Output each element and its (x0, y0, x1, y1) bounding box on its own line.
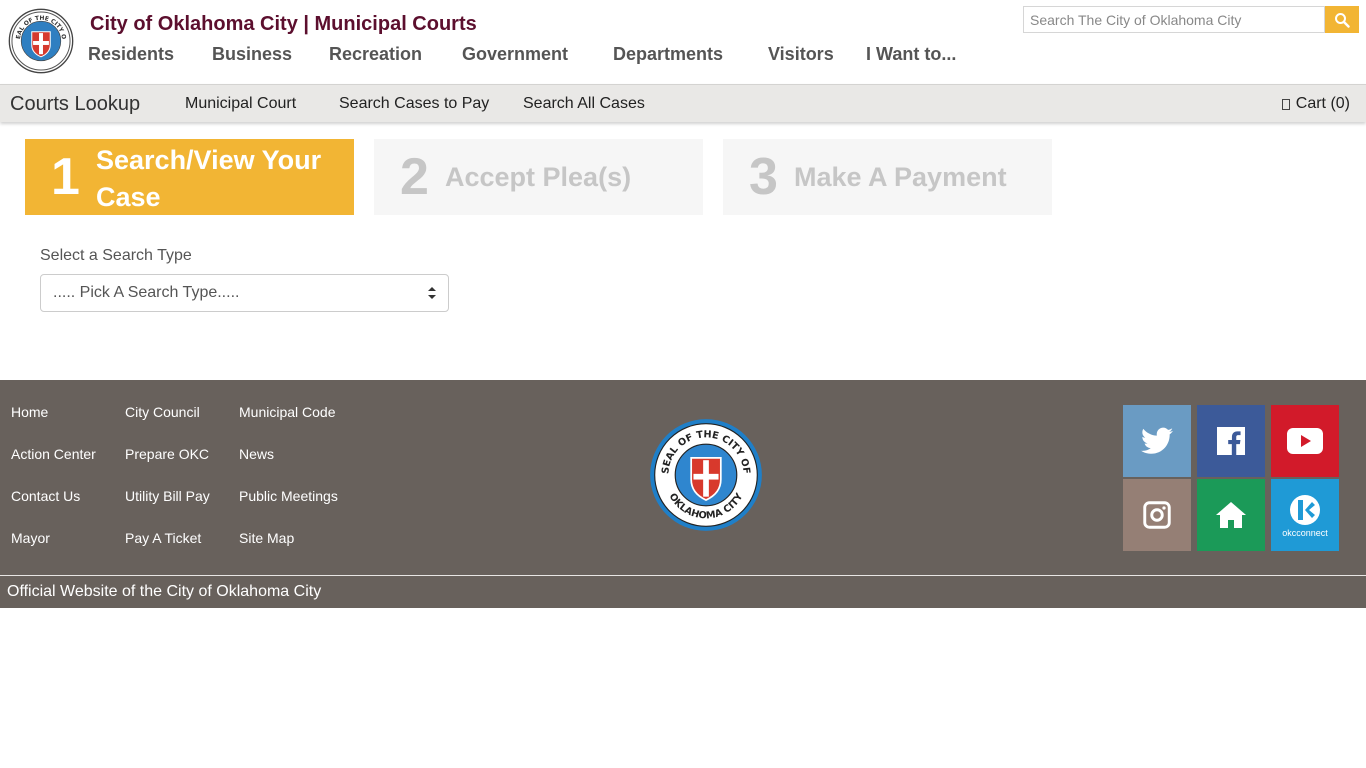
home-icon (1216, 502, 1246, 528)
footer-link-mayor[interactable]: Mayor (11, 530, 50, 546)
step-label: Accept Plea(s) (445, 162, 632, 192)
main-nav: Residents Business Recreation Government… (0, 44, 1000, 68)
footer-link-news[interactable]: News (239, 446, 274, 462)
search-type-selected: ..... Pick A Search Type..... (53, 284, 240, 301)
search-type-label: Select a Search Type (40, 247, 192, 264)
step-make-payment: 3 Make A Payment (723, 139, 1052, 215)
footer-link-utility-bill-pay[interactable]: Utility Bill Pay (125, 488, 210, 504)
instagram-link[interactable] (1123, 479, 1191, 551)
step-number: 2 (400, 148, 429, 206)
facebook-link[interactable] (1197, 405, 1265, 477)
footer-divider (0, 575, 1366, 576)
footer-link-city-council[interactable]: City Council (125, 404, 200, 420)
cart-link[interactable]: Cart (0) (1281, 95, 1350, 113)
search-icon (1335, 12, 1350, 28)
courts-lookup-brand[interactable]: Courts Lookup (10, 93, 140, 116)
nav-residents[interactable]: Residents (88, 44, 174, 65)
site-search-input[interactable] (1023, 6, 1325, 33)
footer-link-site-map[interactable]: Site Map (239, 530, 294, 546)
youtube-link[interactable] (1271, 405, 1339, 477)
twitter-icon (1141, 427, 1173, 454)
footer-link-contact-us[interactable]: Contact Us (11, 488, 80, 504)
nav-recreation[interactable]: Recreation (329, 44, 422, 65)
footer-link-home[interactable]: Home (11, 404, 48, 420)
footer-link-pay-a-ticket[interactable]: Pay A Ticket (125, 530, 201, 546)
city-seal-footer: SEAL OF THE CITY OF OKLAHOMA CITY (650, 419, 762, 531)
cart-icon (1281, 98, 1290, 110)
okcconnect-link[interactable]: okcconnect (1271, 479, 1339, 551)
site-header: SEAL OF THE CITY OF City of Oklahoma Cit… (0, 0, 1366, 84)
step-number: 1 (51, 148, 80, 206)
subnav-municipal-court[interactable]: Municipal Court (185, 95, 296, 113)
instagram-icon (1143, 501, 1171, 529)
cart-label: Cart (0) (1295, 95, 1350, 112)
search-type-select[interactable]: ..... Pick A Search Type..... (40, 274, 449, 312)
step-accept-pleas: 2 Accept Plea(s) (374, 139, 703, 215)
footer-link-municipal-code[interactable]: Municipal Code (239, 404, 336, 420)
nav-business[interactable]: Business (212, 44, 292, 65)
step-label: Search/View Your Case (96, 145, 322, 212)
site-footer: Home Action Center Contact Us Mayor City… (0, 380, 1366, 608)
step-number: 3 (749, 148, 778, 206)
footer-link-public-meetings[interactable]: Public Meetings (239, 488, 338, 504)
nav-visitors[interactable]: Visitors (768, 44, 834, 65)
footer-link-action-center[interactable]: Action Center (11, 446, 96, 462)
official-website-text: Official Website of the City of Oklahoma… (7, 583, 322, 600)
home-link[interactable] (1197, 479, 1265, 551)
okcconnect-icon (1290, 494, 1320, 525)
twitter-link[interactable] (1123, 405, 1191, 477)
step-label: Make A Payment (794, 162, 1007, 192)
youtube-icon (1287, 428, 1323, 454)
site-search-button[interactable] (1325, 6, 1359, 33)
facebook-icon (1217, 427, 1245, 455)
nav-departments[interactable]: Departments (613, 44, 723, 65)
step-search-view-case: 1 Search/View Your Case (25, 139, 354, 215)
okcconnect-label: okcconnect (1282, 527, 1328, 538)
subnav-search-cases-to-pay[interactable]: Search Cases to Pay (339, 95, 489, 113)
footer-link-prepare-okc[interactable]: Prepare OKC (125, 446, 209, 462)
nav-i-want-to[interactable]: I Want to... (866, 44, 956, 65)
courts-subnav: Courts Lookup Municipal Court Search Cas… (0, 84, 1366, 122)
nav-government[interactable]: Government (462, 44, 568, 65)
subnav-search-all-cases[interactable]: Search All Cases (523, 95, 645, 113)
site-title[interactable]: City of Oklahoma City | Municipal Courts (90, 13, 477, 36)
select-arrows-icon (428, 287, 436, 299)
